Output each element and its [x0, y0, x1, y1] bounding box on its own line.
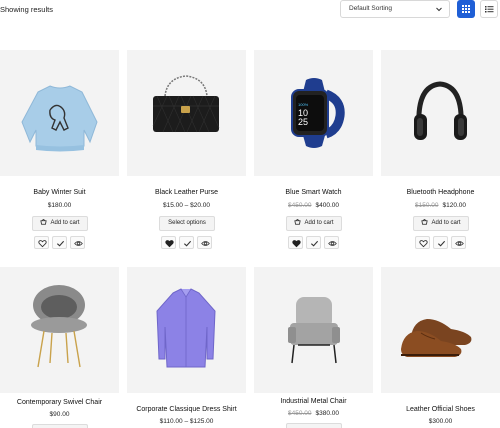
- add-to-cart-button[interactable]: [286, 423, 342, 428]
- svg-text:25: 25: [298, 117, 308, 127]
- product-name[interactable]: Bluetooth Headphone: [381, 189, 500, 196]
- compare-button[interactable]: [433, 236, 448, 249]
- heart-filled-icon: [292, 240, 301, 248]
- select-options-button[interactable]: Select options: [159, 216, 215, 231]
- add-to-cart-label: Add to cart: [50, 220, 80, 226]
- cart-icon: [294, 219, 302, 225]
- current-price: $180.00: [47, 202, 72, 209]
- smartwatch-image: 100% 10 25: [291, 78, 345, 148]
- compare-button[interactable]: [179, 236, 194, 249]
- compare-button[interactable]: [52, 236, 67, 249]
- sweater-image: [21, 85, 98, 152]
- dress-shirt-image: [156, 288, 216, 368]
- result-count: Showing results: [0, 5, 53, 14]
- current-price: $300.00: [428, 418, 453, 425]
- add-to-cart-button[interactable]: Add to cart: [32, 216, 88, 231]
- cart-icon: [421, 219, 429, 225]
- product-price: $300.00: [381, 418, 500, 425]
- current-price: $15.00 – $20.00: [163, 202, 210, 209]
- svg-text:100%: 100%: [298, 102, 309, 107]
- product-name[interactable]: Black Leather Purse: [127, 189, 246, 196]
- grid-view-icon: [462, 5, 470, 13]
- list-view-icon: [485, 6, 494, 13]
- cart-icon: [40, 219, 48, 225]
- product-image[interactable]: 100% 10 25: [254, 50, 373, 176]
- sort-select[interactable]: Default Sorting: [340, 0, 450, 18]
- add-to-cart-label: Add to cart: [431, 220, 461, 226]
- product-image[interactable]: [127, 267, 246, 393]
- check-icon: [183, 240, 192, 247]
- product-image[interactable]: [0, 267, 119, 393]
- quick-actions: [288, 236, 340, 249]
- add-to-cart-button[interactable]: Add to cart: [286, 216, 342, 231]
- product-price: $110.00 – $125.00: [127, 418, 246, 425]
- heart-outline-icon: [419, 240, 428, 248]
- chevron-down-icon: [436, 7, 442, 12]
- old-price: $150.00: [415, 202, 439, 209]
- purse-image: [152, 75, 220, 133]
- check-icon: [437, 240, 446, 247]
- quick-actions: [161, 236, 213, 249]
- heart-filled-icon: [165, 240, 174, 248]
- check-icon: [56, 240, 65, 247]
- check-icon: [310, 240, 319, 247]
- current-price: $120.00: [442, 202, 467, 209]
- product-name[interactable]: Corporate Classique Dress Shirt: [127, 406, 246, 413]
- product-image[interactable]: [381, 267, 500, 393]
- heart-outline-icon: [38, 240, 47, 248]
- shoes-image: [401, 319, 472, 357]
- old-price: $450.00: [288, 202, 312, 209]
- quick-view-button[interactable]: [324, 236, 339, 249]
- metal-chair-image: [288, 297, 340, 364]
- add-to-cart-button[interactable]: [32, 424, 88, 428]
- product-name[interactable]: Industrial Metal Chair: [254, 398, 373, 405]
- wishlist-button[interactable]: [288, 236, 303, 249]
- wishlist-button[interactable]: [34, 236, 49, 249]
- product-name[interactable]: Baby Winter Suit: [0, 189, 119, 196]
- product-name[interactable]: Contemporary Swivel Chair: [0, 399, 119, 406]
- eye-icon: [328, 241, 337, 246]
- product-price: $90.00: [0, 411, 119, 418]
- current-price: $380.00: [315, 410, 340, 417]
- current-price: $90.00: [49, 411, 70, 418]
- product-image[interactable]: [381, 50, 500, 176]
- quick-view-button[interactable]: [70, 236, 85, 249]
- product-price: $450.00 $380.00: [254, 410, 373, 417]
- current-price: $400.00: [315, 202, 340, 209]
- eye-icon: [74, 241, 83, 246]
- select-options-label: Select options: [168, 220, 206, 226]
- product-price: $180.00: [0, 202, 119, 209]
- eye-icon: [201, 241, 210, 246]
- headphone-image: [414, 81, 467, 140]
- product-name[interactable]: Blue Smart Watch: [254, 189, 373, 196]
- product-price: $150.00 $120.00: [381, 202, 500, 209]
- old-price: $450.00: [288, 410, 312, 417]
- quick-actions: [415, 236, 467, 249]
- sort-value: Default Sorting: [349, 5, 392, 12]
- product-image[interactable]: [0, 50, 119, 176]
- product-price: $15.00 – $20.00: [127, 202, 246, 209]
- wishlist-button[interactable]: [415, 236, 430, 249]
- list-view-button[interactable]: [480, 0, 498, 18]
- eye-icon: [455, 241, 464, 246]
- add-to-cart-label: Add to cart: [304, 220, 334, 226]
- current-price: $110.00 – $125.00: [159, 418, 214, 425]
- shop-toolbar: Showing results Default Sorting: [0, 0, 500, 20]
- add-to-cart-button[interactable]: Add to cart: [413, 216, 469, 231]
- product-image[interactable]: [254, 267, 373, 393]
- quick-view-button[interactable]: [451, 236, 466, 249]
- compare-button[interactable]: [306, 236, 321, 249]
- quick-actions: [34, 236, 86, 249]
- product-name[interactable]: Leather Official Shoes: [381, 406, 500, 413]
- quick-view-button[interactable]: [197, 236, 212, 249]
- product-price: $450.00 $400.00: [254, 202, 373, 209]
- wishlist-button[interactable]: [161, 236, 176, 249]
- swivel-chair-image: [31, 285, 87, 368]
- grid-view-button[interactable]: [457, 0, 475, 18]
- product-image[interactable]: [127, 50, 246, 176]
